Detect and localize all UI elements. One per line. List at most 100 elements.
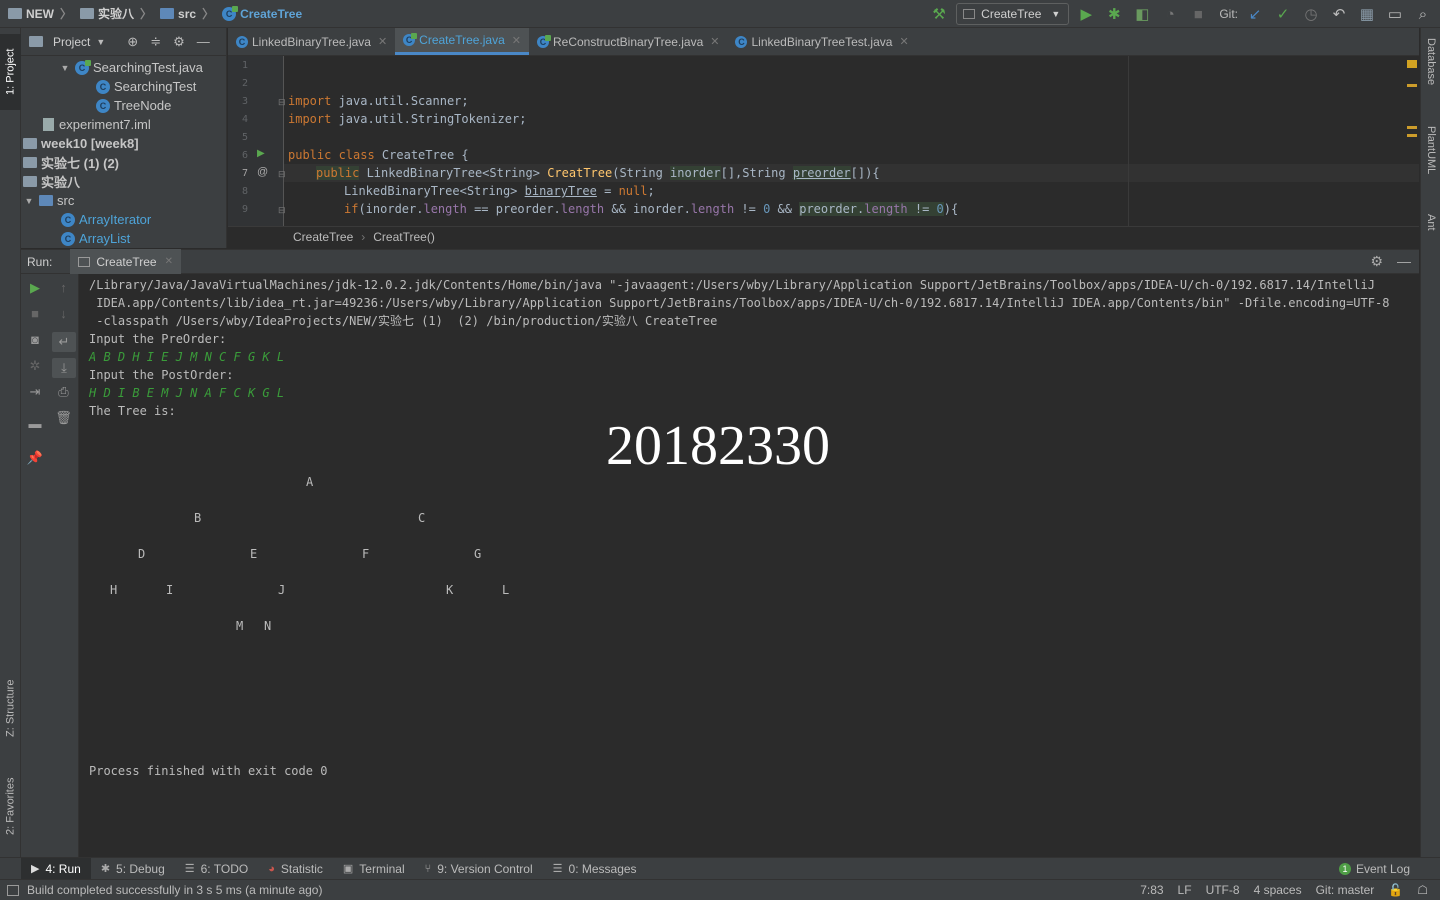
console-command-line: IDEA.app/Contents/lib/idea_rt.jar=49236:… [89,296,1390,310]
tree-item-searchingtest[interactable]: C SearchingTest [21,77,226,96]
tree-item-treenode[interactable]: C TreeNode [21,96,226,115]
soft-wrap-icon[interactable]: ↵ [52,332,76,352]
fold-icon[interactable]: ⊟ [278,97,286,108]
code-editor[interactable]: 1 2 3 4 5 6 7 8 9 ▶ @ ⊟ ⊟ ⊟ import java.… [228,56,1419,226]
layout-icon[interactable]: ▬ [21,416,49,431]
tool-tab-favorites[interactable]: 2: Favorites [0,766,21,846]
tool-windows-icon[interactable] [7,884,19,896]
warning-marker[interactable] [1407,134,1417,137]
close-icon[interactable]: ✕ [165,256,173,267]
warning-marker[interactable] [1407,126,1417,129]
git-update-icon[interactable]: ↙ [1244,3,1266,25]
tool-tab-ant[interactable]: Ant [1421,214,1440,254]
close-icon[interactable]: ✕ [899,35,908,48]
tree-item-week10[interactable]: week10 [week8] [21,134,226,153]
tool-tab-messages[interactable]: ☰ 0: Messages [543,858,647,880]
rollback-icon[interactable]: ↶ [1328,3,1350,25]
tree-item-src[interactable]: ▼ src [21,191,226,210]
tree-item-experiment7[interactable]: 实验七 (1) (2) [21,153,226,172]
coverage-icon[interactable]: ◧ [1131,3,1153,25]
build-hammer-icon[interactable]: ⚒ [928,3,950,25]
tree-item-iml[interactable]: experiment7.iml [21,115,226,134]
run-console[interactable]: /Library/Java/JavaVirtualMachines/jdk-12… [80,274,1419,857]
file-encoding[interactable]: UTF-8 [1206,883,1240,897]
tab-linkedbinarytreetest-java[interactable]: C LinkedBinaryTreeTest.java ✕ [727,28,916,55]
debug-icon[interactable]: ✱ [1103,3,1125,25]
event-log-button[interactable]: 1 Event Log [1338,862,1410,876]
tool-tab-version-control[interactable]: ⑂ 9: Version Control [415,858,543,880]
tool-tab-debug[interactable]: ✱ 5: Debug [91,858,175,880]
minimize-icon[interactable]: — [1397,253,1411,270]
camera-icon[interactable]: ◙ [21,332,49,347]
tree-item-experiment8[interactable]: 实验八 [21,172,226,191]
expanded-arrow-icon[interactable]: ▼ [23,196,35,206]
tree-item-arraylist[interactable]: C ArrayList [21,229,226,248]
tool-tab-plantuml[interactable]: PlantUML [1421,126,1440,206]
tab-reconstructbinarytree-java[interactable]: C ReConstructBinaryTree.java ✕ [529,28,728,55]
hide-icon[interactable]: — [197,34,210,49]
scroll-to-end-icon[interactable]: ⤓ [52,358,76,378]
breadcrumb-module[interactable]: 实验八 〉 [80,5,152,22]
tool-tab-statistic[interactable]: ◕ Statistic [258,858,333,880]
presentation-mode-icon[interactable]: ▭ [1384,3,1406,25]
exit-icon[interactable]: ⇥ [21,384,49,400]
fold-icon[interactable]: ⊟ [278,169,286,180]
project-structure-icon[interactable]: ▦ [1356,3,1378,25]
expanded-arrow-icon[interactable]: ▼ [59,63,71,73]
tool-tab-structure[interactable]: Z: Structure [0,668,21,748]
tool-tab-project[interactable]: 1: Project [0,34,21,110]
project-view-select[interactable]: Project [53,35,90,49]
settings-icon[interactable]: ✲ [21,358,49,374]
close-icon[interactable]: ✕ [710,35,719,48]
tree-item-searchingtest-java[interactable]: ▼ C SearchingTest.java [21,58,226,77]
trash-icon[interactable]: 🗑 [49,410,78,426]
tool-tab-database[interactable]: Database [1421,38,1440,118]
search-icon[interactable]: ⌕ [1412,3,1434,25]
tool-tab-todo[interactable]: ☰ 6: TODO [175,858,258,880]
arrow-down-icon[interactable]: ↓ [49,306,78,321]
git-history-icon[interactable]: ◷ [1300,3,1322,25]
arrow-up-icon[interactable]: ↑ [49,280,78,295]
breadcrumb-class[interactable]: CreateTree [293,230,353,244]
tool-tab-terminal[interactable]: ▣ Terminal [333,858,415,880]
error-stripe[interactable] [1405,56,1419,226]
tab-createtree-java[interactable]: C CreateTree.java ✕ [395,28,529,55]
line-separator[interactable]: LF [1178,883,1192,897]
fold-icon[interactable]: ⊟ [278,205,286,216]
close-icon[interactable]: ✕ [378,35,387,48]
breadcrumb-src[interactable]: src 〉 [160,5,214,22]
rerun-icon[interactable]: ▶ [21,280,49,296]
right-tool-strip: Database PlantUML Ant [1420,28,1440,857]
collapse-all-icon[interactable]: ≑ [150,34,161,50]
breadcrumb-method[interactable]: CreatTree() [373,230,435,244]
tree-item-arrayiterator[interactable]: C ArrayIterator [21,210,226,229]
run-gutter-icon[interactable]: ▶ [257,148,265,159]
run-tab-createtree[interactable]: CreateTree ✕ [70,249,181,274]
caret-position[interactable]: 7:83 [1140,883,1163,897]
indent-setting[interactable]: 4 spaces [1254,883,1302,897]
lock-icon[interactable]: 🔓 [1388,883,1403,897]
tab-linkedbinarytree-java[interactable]: C LinkedBinaryTree.java ✕ [228,28,395,55]
warning-marker[interactable] [1407,84,1417,87]
breadcrumb-class[interactable]: C CreateTree [222,5,302,21]
stop-icon[interactable]: ■ [1187,3,1209,25]
status-message[interactable]: Build completed successfully in 3 s 5 ms… [27,883,322,897]
pin-icon[interactable]: 📌 [21,450,49,466]
print-icon[interactable]: ⎙ [49,384,78,400]
gear-icon[interactable]: ⚙ [1370,253,1383,270]
run-configuration-select[interactable]: CreateTree ▼ [956,3,1070,25]
chevron-down-icon[interactable]: ▼ [96,37,105,47]
run-icon[interactable]: ▶ [1075,3,1097,25]
breadcrumb-project[interactable]: NEW 〉 [8,5,72,22]
stop-icon[interactable]: ■ [21,306,49,321]
profile-icon[interactable]: ◔ [1159,3,1181,25]
close-icon[interactable]: ✕ [512,34,521,47]
git-commit-icon[interactable]: ✓ [1272,3,1294,25]
git-branch[interactable]: Git: master [1316,883,1375,897]
gear-icon[interactable]: ⚙ [173,34,185,50]
warning-marker[interactable] [1407,60,1417,68]
java-class-icon: C [735,35,748,48]
tool-tab-run[interactable]: ▶ 4: Run [21,857,91,880]
notifications-icon[interactable]: ☖ [1417,883,1428,897]
locate-icon[interactable]: ⊕ [127,34,138,50]
